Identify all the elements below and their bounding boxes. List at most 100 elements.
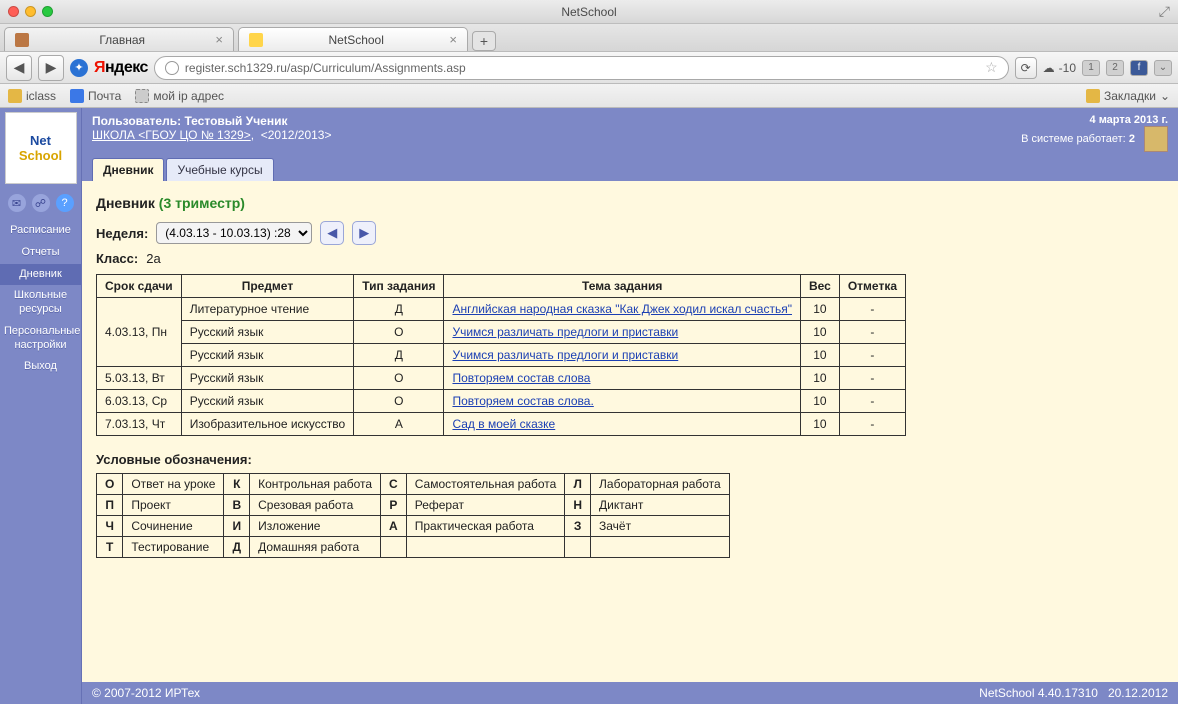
home-button[interactable]: ✦ xyxy=(70,59,88,77)
next-week-button[interactable]: ▶ xyxy=(352,221,376,245)
col-topic: Тема задания xyxy=(444,275,801,298)
cell-type: А xyxy=(354,413,444,436)
tab-diary[interactable]: Дневник xyxy=(92,158,164,181)
legend-value: Тестирование xyxy=(123,537,224,558)
menu-chevron-icon[interactable]: ⌄ xyxy=(1154,60,1172,76)
legend-value: Лабораторная работа xyxy=(591,474,730,495)
sidebar-item-schedule[interactable]: Расписание xyxy=(0,220,81,242)
legend-key: Д xyxy=(224,537,250,558)
assignments-table: Срок сдачи Предмет Тип задания Тема зада… xyxy=(96,274,906,436)
week-row: Неделя: (4.03.13 - 10.03.13) :28 ◀ ▶ xyxy=(96,221,1164,245)
topic-link[interactable]: Повторяем состав слова xyxy=(452,371,590,385)
sidebar-item-resources[interactable]: Школьные ресурсы xyxy=(0,285,81,321)
content: Дневник (3 триместр) Неделя: (4.03.13 - … xyxy=(82,181,1178,682)
topic-link[interactable]: Сад в моей сказке xyxy=(452,417,555,431)
legend-value: Срезовая работа xyxy=(250,495,381,516)
prev-week-button[interactable]: ◀ xyxy=(320,221,344,245)
tab-title: Главная xyxy=(37,33,207,47)
legend-key: А xyxy=(381,516,407,537)
cell-topic: Учимся различать предлоги и приставки xyxy=(444,344,801,367)
col-mark: Отметка xyxy=(839,275,905,298)
col-type: Тип задания xyxy=(354,275,444,298)
legend-value: Самостоятельная работа xyxy=(406,474,565,495)
school-link[interactable]: ШКОЛА <ГБОУ ЦО № 1329> xyxy=(92,128,251,142)
legend-key: З xyxy=(565,516,591,537)
forum-icon[interactable]: ☍ xyxy=(32,194,50,212)
minimize-window-icon[interactable] xyxy=(25,6,36,17)
tab-title: NetSchool xyxy=(271,33,441,47)
reload-button[interactable]: ⟳ xyxy=(1015,57,1037,79)
topic-link[interactable]: Учимся различать предлоги и приставки xyxy=(452,348,678,362)
legend-key: Л xyxy=(565,474,591,495)
cell-weight: 10 xyxy=(800,390,839,413)
app-logo: Net School xyxy=(5,112,77,184)
legend-value: Ответ на уроке xyxy=(123,474,224,495)
col-weight: Вес xyxy=(800,275,839,298)
cell-subject: Русский язык xyxy=(181,367,354,390)
cell-due: 6.03.13, Ср xyxy=(97,390,182,413)
close-tab-icon[interactable]: × xyxy=(449,32,457,47)
topic-link[interactable]: Учимся различать предлоги и приставки xyxy=(452,325,678,339)
cell-subject: Русский язык xyxy=(181,390,354,413)
legend-key: Р xyxy=(381,495,407,516)
legend-key: О xyxy=(97,474,123,495)
cell-subject: Изобразительное искусство xyxy=(181,413,354,436)
sidebar-item-diary[interactable]: Дневник xyxy=(0,264,81,286)
exit-icon[interactable] xyxy=(1144,126,1168,152)
sidebar-item-settings[interactable]: Персональные настройки xyxy=(0,321,81,357)
zoom-window-icon[interactable] xyxy=(42,6,53,17)
browser-tab[interactable]: Главная × xyxy=(4,27,234,51)
favicon-icon xyxy=(15,33,29,47)
back-button[interactable]: ◀ xyxy=(6,55,32,81)
favicon-icon xyxy=(249,33,263,47)
close-window-icon[interactable] xyxy=(8,6,19,17)
legend-row: ЧСочинениеИИзложениеАПрактическая работа… xyxy=(97,516,730,537)
bookmark-item[interactable]: мой ip адрес xyxy=(135,89,224,103)
page-title: Дневник (3 триместр) xyxy=(96,195,1164,211)
cell-weight: 10 xyxy=(800,367,839,390)
bookmarks-menu[interactable]: Закладки ⌄ xyxy=(1086,89,1170,103)
table-row: 6.03.13, СрРусский языкОПовторяем состав… xyxy=(97,390,906,413)
sidebar-item-reports[interactable]: Отчеты xyxy=(0,242,81,264)
notification-indicator[interactable]: 2 xyxy=(1106,60,1124,76)
new-tab-button[interactable]: + xyxy=(472,31,496,51)
forward-button[interactable]: ▶ xyxy=(38,55,64,81)
bookmark-icon xyxy=(70,89,84,103)
legend-value: Изложение xyxy=(250,516,381,537)
cell-weight: 10 xyxy=(800,298,839,321)
legend-title: Условные обозначения: xyxy=(96,452,1164,467)
bookmark-item[interactable]: iclass xyxy=(8,89,56,103)
sidebar-item-exit[interactable]: Выход xyxy=(0,356,81,378)
address-bar[interactable]: register.sch1329.ru/asp/Curriculum/Assig… xyxy=(154,56,1009,80)
mail-indicator[interactable]: 1 xyxy=(1082,60,1100,76)
cell-weight: 10 xyxy=(800,413,839,436)
cell-mark: - xyxy=(839,367,905,390)
cell-type: О xyxy=(354,367,444,390)
facebook-icon[interactable]: f xyxy=(1130,60,1148,76)
cell-due: 4.03.13, Пн xyxy=(97,298,182,367)
class-label: Класс: xyxy=(96,251,138,266)
fullscreen-icon[interactable]: ⤢ xyxy=(1159,3,1170,20)
bookmark-star-icon[interactable]: ☆ xyxy=(985,59,998,76)
topic-link[interactable]: Английская народная сказка "Как Джек ход… xyxy=(452,302,792,316)
weather-widget[interactable]: ☁ -10 xyxy=(1043,61,1076,75)
cell-weight: 10 xyxy=(800,321,839,344)
bookmarks-bar: iclass Почта мой ip адрес Закладки ⌄ xyxy=(0,84,1178,108)
legend-value xyxy=(591,537,730,558)
col-due: Срок сдачи xyxy=(97,275,182,298)
sidebar-nav: Расписание Отчеты Дневник Школьные ресур… xyxy=(0,220,81,378)
legend-value: Реферат xyxy=(406,495,565,516)
mail-icon[interactable]: ✉ xyxy=(8,194,26,212)
user-info: Пользователь: Тестовый Ученик ШКОЛА <ГБО… xyxy=(92,114,332,152)
legend-value: Домашняя работа xyxy=(250,537,381,558)
tab-courses[interactable]: Учебные курсы xyxy=(166,158,273,181)
help-icon[interactable]: ? xyxy=(56,194,74,212)
legend-value: Сочинение xyxy=(123,516,224,537)
topic-link[interactable]: Повторяем состав слова. xyxy=(452,394,593,408)
bookmark-item[interactable]: Почта xyxy=(70,89,121,103)
close-tab-icon[interactable]: × xyxy=(215,32,223,47)
table-row: 7.03.13, ЧтИзобразительное искусствоАСад… xyxy=(97,413,906,436)
cell-topic: Повторяем состав слова. xyxy=(444,390,801,413)
browser-tab[interactable]: NetSchool × xyxy=(238,27,468,51)
week-select[interactable]: (4.03.13 - 10.03.13) :28 xyxy=(156,222,312,244)
